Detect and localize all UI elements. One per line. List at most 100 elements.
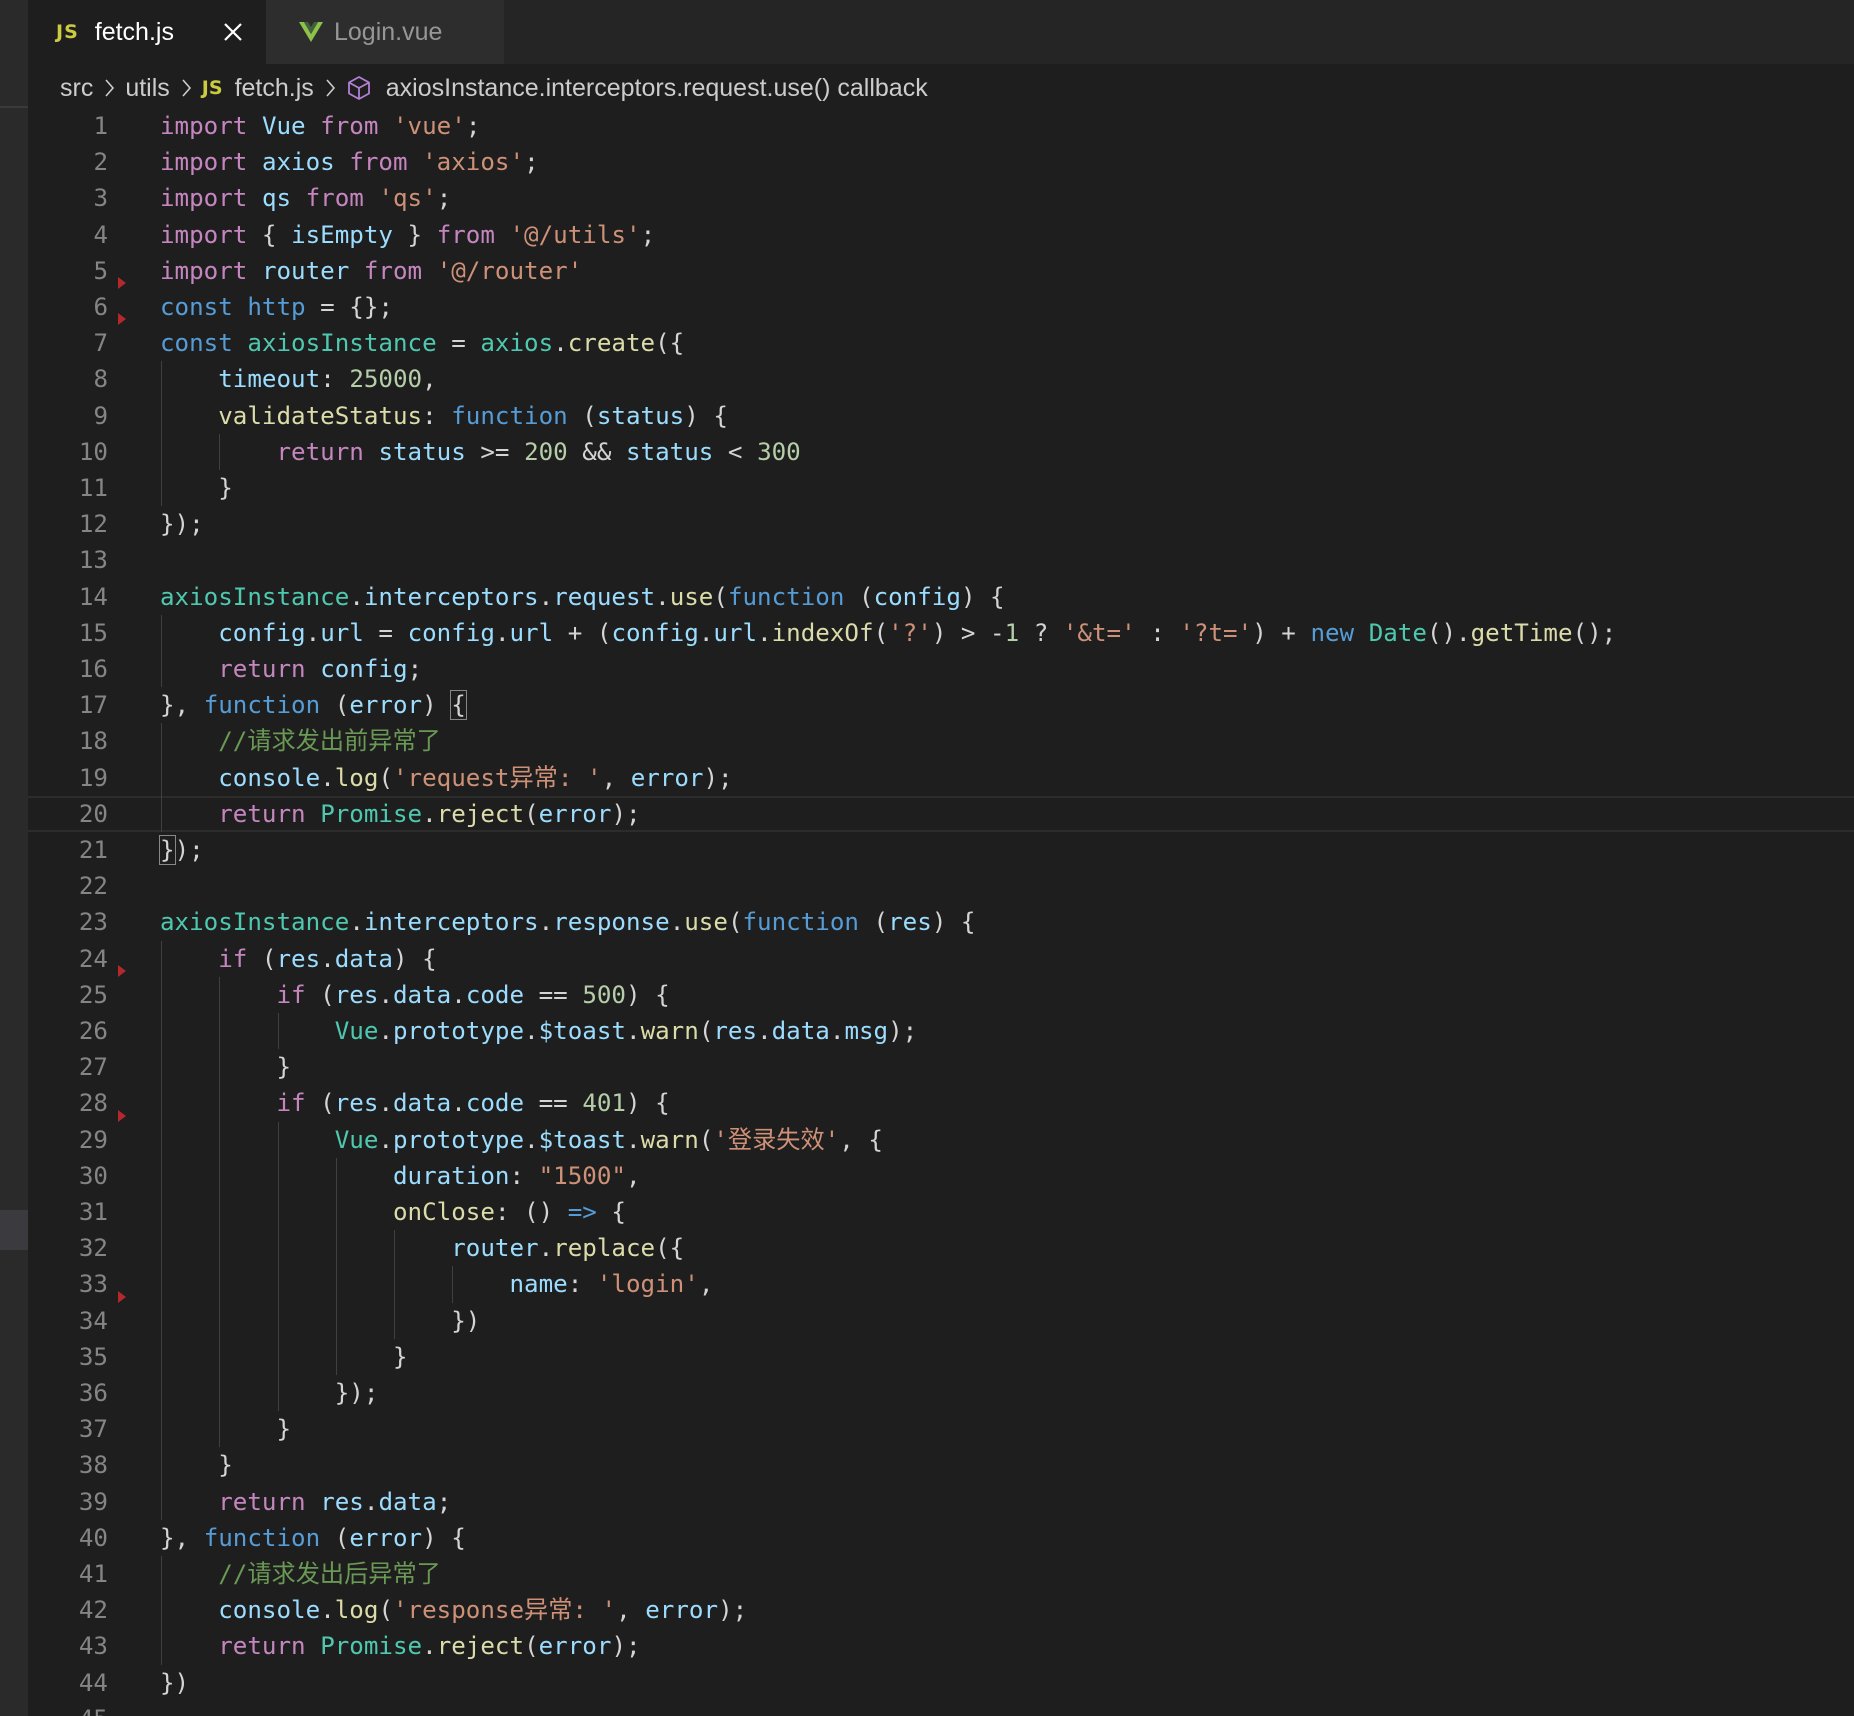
code-line[interactable]: 4 import { isEmpty } from '@/utils'; [28,217,1854,253]
code-token: code [465,1089,525,1118]
fold-marker-icon[interactable] [118,1109,126,1122]
code-token: 'login' [596,1270,699,1299]
code-line[interactable]: 1 import Vue from 'vue'; [28,108,1854,144]
code-line[interactable]: 38 } [28,1447,1854,1483]
code-token: config [218,618,306,647]
code-line[interactable]: 6 const http = {}; [28,277,1854,325]
line-number: 9 [93,401,108,430]
close-icon[interactable] [222,21,244,43]
fold-marker-icon[interactable] [118,313,126,326]
code-token: import [160,148,248,177]
code-line[interactable]: 44}) [28,1665,1854,1701]
tab-fetch-js[interactable]: JS fetch.js [28,0,266,64]
code-line[interactable]: 14 axiosInstance.interceptors.request.use… [28,579,1854,615]
code-line[interactable]: 7 const axiosInstance = axios.create({ [28,313,1854,361]
code-line[interactable]: 15 config.url = config.url + (config.url… [28,615,1854,651]
code-token: Vue [261,112,306,140]
code-token: if [276,980,306,1009]
code-line[interactable]: 16 return config; [28,651,1854,687]
code-line[interactable]: 39 return res.data; [28,1484,1854,1520]
code-token: getTime [1470,618,1573,647]
breadcrumb-utils[interactable]: utils [125,74,169,103]
line-number: 28 [78,1089,108,1118]
code-token: use [684,908,728,937]
activity-divider [0,106,28,108]
fold-marker-icon[interactable] [118,277,126,289]
code-line[interactable]: 19 console.log('request异常: ', error); [28,760,1854,796]
code-line[interactable]: 2 import axios from 'axios'; [28,144,1854,180]
code-line[interactable]: 32 router.replace({ [28,1230,1854,1266]
code-token: log [334,1596,379,1625]
code-line[interactable]: 37 } [28,1411,1854,1447]
code-token: => [567,1198,597,1226]
activity-indicator [0,1210,28,1250]
code-line[interactable]: 20 return Promise.reject(error); [28,795,1854,832]
code-token: . [422,799,437,828]
code-line[interactable]: 13 [28,542,1854,578]
code-line[interactable]: 25 if (res.data.code == 500) { [28,964,1854,1013]
indent-guide [161,614,162,688]
code-text: console.log('response异常: ', error); [160,1592,747,1628]
code-token: 200 [524,437,568,466]
code-line[interactable]: 23 axiosInstance.interceptors.response.us… [28,904,1854,940]
code-token: . [524,1125,539,1154]
code-line[interactable]: 8 timeout: 25000, [28,361,1854,397]
code-token: interceptors [363,908,539,937]
line-number: 20 [78,799,108,828]
code-line[interactable]: 30 duration: "1500", [28,1158,1854,1194]
code-line[interactable]: 42 console.log('response异常: ', error); [28,1592,1854,1628]
code-editor[interactable]: 1 import Vue from 'vue'; 2 import axios fro… [28,108,1854,1716]
code-line[interactable]: 28 if (res.data.code == 401) { [28,1085,1854,1121]
chevron-right-icon [326,79,335,97]
code-text: router.replace({ [160,1230,684,1266]
code-token: axios [480,329,554,358]
code-line[interactable]: 11 } [28,470,1854,506]
code-line[interactable]: 45 [28,1701,1854,1716]
code-token: < [713,437,758,466]
code-line[interactable]: 21}); [28,832,1854,868]
code-line[interactable]: 26 Vue.prototype.$toast.warn(res.data.ms… [28,1013,1854,1049]
code-line[interactable]: 33 name: 'login', [28,1266,1854,1302]
code-line[interactable]: 34 }) [28,1290,1854,1339]
code-line[interactable]: 5 import router from '@/router' [28,253,1854,289]
code-line[interactable]: 12}); [28,506,1854,542]
code-line[interactable]: 29 Vue.prototype.$toast.warn('登录失效', { [28,1109,1854,1158]
code-line[interactable]: 10 return status >= 200 && status < 300 [28,434,1854,470]
code-token: ( [247,944,277,973]
code-token: . [451,1089,466,1118]
code-token: msg [844,1017,889,1045]
code-token: from [320,112,379,140]
code-token: res [276,944,321,973]
code-line[interactable]: 24 if (res.data) { [28,941,1854,977]
breadcrumb-src[interactable]: src [60,74,93,103]
code-token: == [524,980,583,1009]
code-line[interactable]: 35 } [28,1339,1854,1375]
code-token: { [596,1198,626,1226]
code-token: 300 [757,437,801,466]
code-text: import { isEmpty } from '@/utils'; [160,217,655,253]
code-line[interactable]: 36 }); [28,1375,1854,1411]
breadcrumb-symbol[interactable]: axiosInstance.interceptors.request.use()… [386,74,928,103]
code-line[interactable]: 40}, function (error) { [28,1520,1854,1556]
fold-marker-icon[interactable] [118,964,126,977]
fold-marker-icon[interactable] [118,1290,126,1303]
code-line[interactable]: 17}, function (error) { [28,687,1854,723]
code-token: ( [378,763,393,792]
code-text: }); [159,832,204,868]
breadcrumb-fetch-js[interactable]: fetch.js [235,74,314,103]
tab-login-vue[interactable]: Login.vue [266,0,504,64]
code-line[interactable]: 3 import qs from 'qs'; [28,180,1854,216]
code-line[interactable]: 43 return Promise.reject(error); [28,1628,1854,1664]
code-line[interactable]: 31 onClose: () => { [28,1194,1854,1230]
code-token: ( [524,799,539,828]
code-text: //请求发出后异常了 [160,1556,441,1592]
code-line[interactable]: 18 //请求发出前异常了 [28,723,1854,759]
code-line[interactable]: 41 //请求发出后异常了 [28,1556,1854,1592]
code-line[interactable]: 22 [28,868,1854,904]
code-line[interactable]: 9 validateStatus: function (status) { [28,398,1854,434]
code-token: code [465,980,525,1009]
code-line[interactable]: 27 } [28,1049,1854,1085]
